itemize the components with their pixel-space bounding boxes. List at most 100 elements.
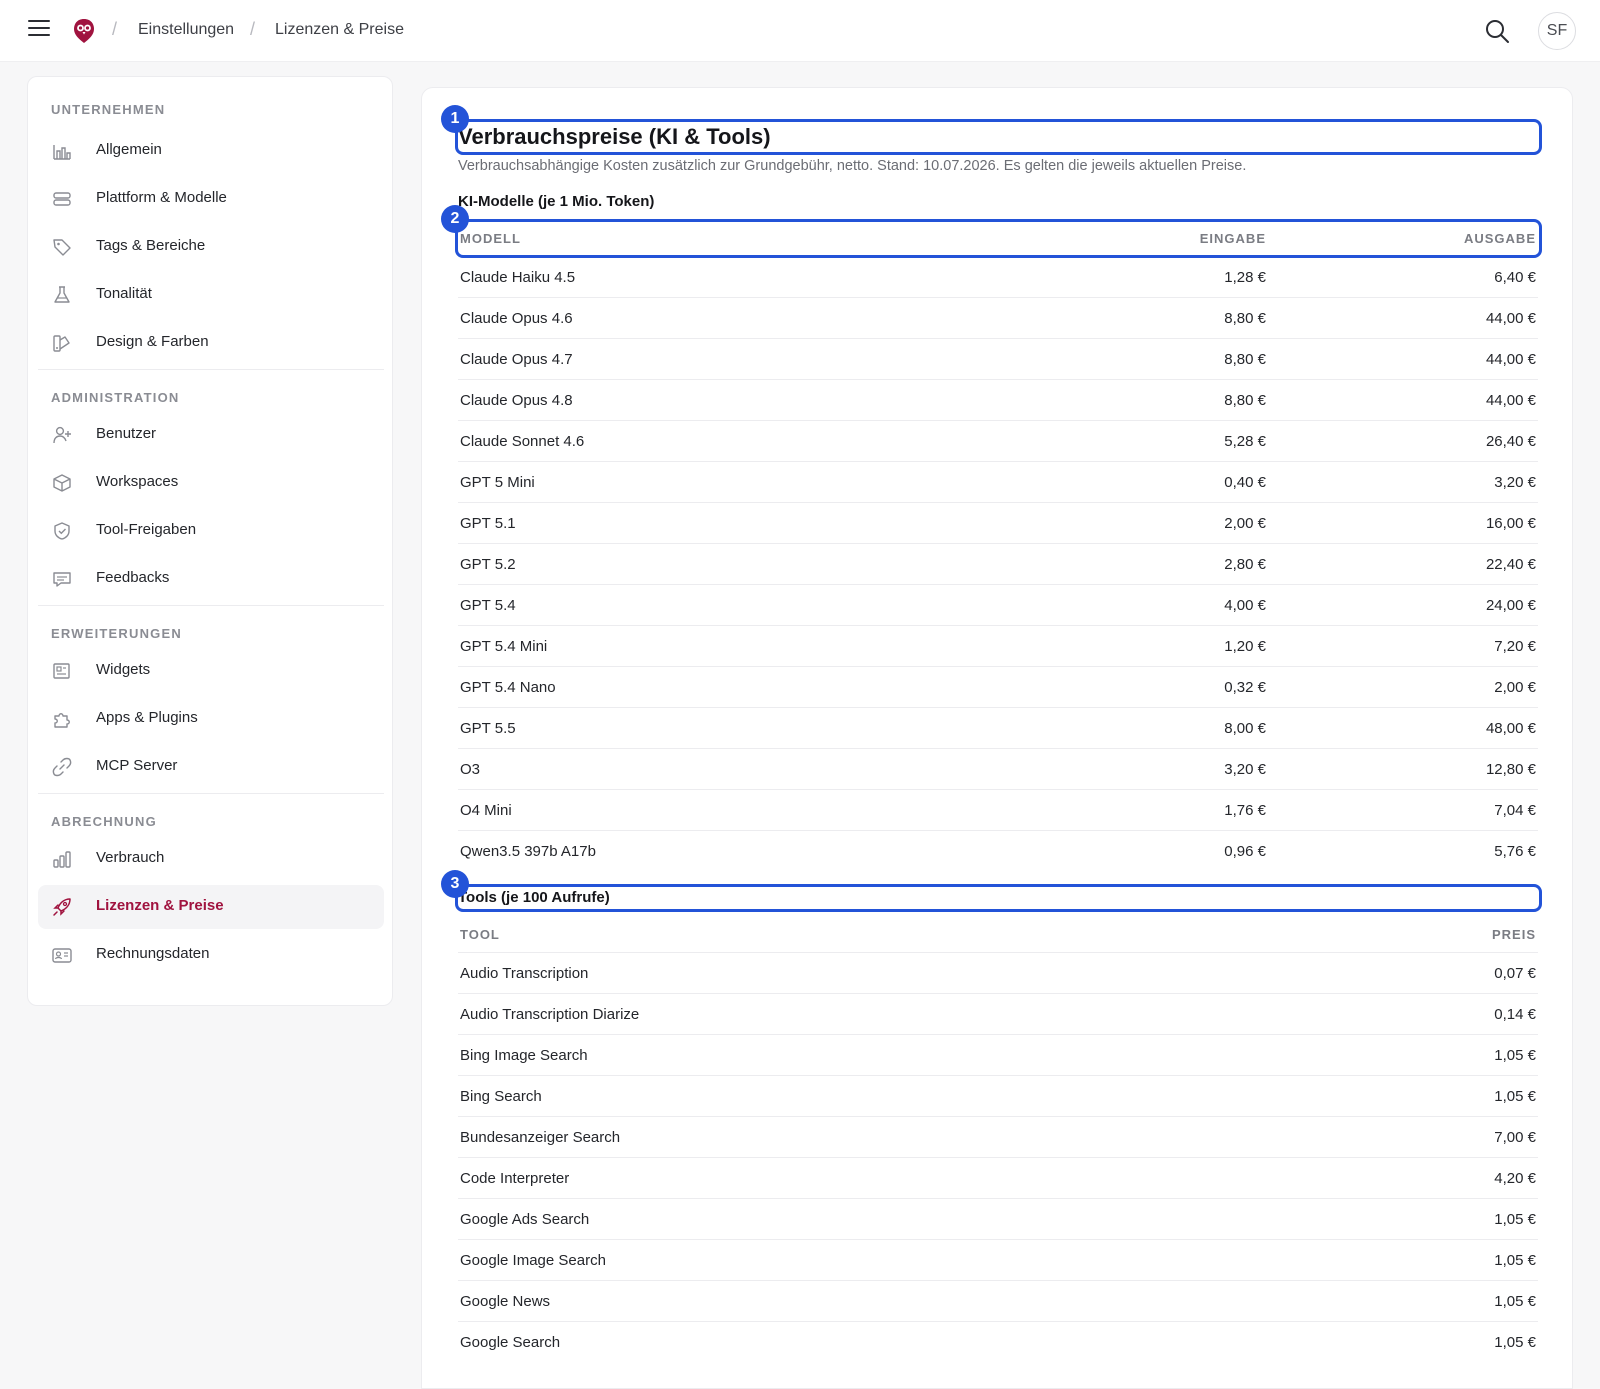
tool-name: Code Interpreter: [460, 1170, 570, 1187]
id-card-icon: [52, 948, 72, 963]
palette-icon: [53, 335, 70, 352]
output-price: 2,00 €: [1494, 679, 1536, 696]
sidebar-item-platform-models[interactable]: Plattform & Modelle: [38, 177, 384, 221]
table-row: O4 Mini 1,76 € 7,04 €: [458, 789, 1538, 830]
input-price: 4,00 €: [1224, 597, 1266, 614]
sidebar-item-label: Lizenzen & Preise: [96, 897, 224, 914]
sidebar-item-tonality[interactable]: Tonalität: [38, 273, 384, 317]
cube-icon: [53, 474, 71, 492]
flask-icon: [54, 286, 70, 303]
model-name: Qwen3.5 397b A17b: [460, 843, 596, 860]
sidebar-item-label: Workspaces: [96, 473, 179, 490]
table-row: Claude Haiku 4.5 1,28 € 6,40 €: [458, 256, 1538, 297]
table-row: GPT 5.1 2,00 € 16,00 €: [458, 502, 1538, 543]
table-row: GPT 5.4 Nano 0,32 € 2,00 €: [458, 666, 1538, 707]
output-price: 26,40 €: [1485, 433, 1536, 450]
sidebar-item-usage[interactable]: Verbrauch: [38, 837, 384, 881]
output-price: 3,20 €: [1494, 474, 1536, 491]
shield-check-icon: [54, 522, 70, 540]
model-name: GPT 5 Mini: [460, 474, 535, 491]
bar-chart-icon: [53, 851, 71, 868]
breadcrumb-separator: /: [112, 19, 118, 39]
top-bar: / Einstellungen / Lizenzen & Preise SF: [0, 0, 1600, 62]
model-name: GPT 5.4 Mini: [460, 638, 548, 655]
sidebar-item-apps-plugins[interactable]: Apps & Plugins: [38, 697, 384, 741]
tool-price: 1,05 €: [1494, 1211, 1536, 1228]
sidebar-item-label: Tonalität: [96, 285, 152, 302]
sidebar-item-billing-details[interactable]: Rechnungsdaten: [38, 933, 384, 977]
model-name: GPT 5.4 Nano: [460, 679, 556, 696]
search-icon[interactable]: [1484, 18, 1510, 44]
tool-name: Audio Transcription: [460, 965, 589, 982]
table-row: Google Image Search 1,05 €: [458, 1239, 1538, 1280]
sidebar-item-label: Tags & Bereiche: [96, 237, 206, 254]
sidebar-heading-administration: ADMINISTRATION: [51, 390, 180, 405]
output-price: 12,80 €: [1485, 761, 1536, 778]
input-price: 3,20 €: [1224, 761, 1266, 778]
tool-price: 0,14 €: [1494, 1006, 1536, 1023]
breadcrumb-settings[interactable]: Einstellungen: [138, 21, 234, 39]
table-row: Claude Opus 4.7 8,80 € 44,00 €: [458, 338, 1538, 379]
table-row: Audio Transcription 0,07 €: [458, 952, 1538, 993]
table-row: GPT 5 Mini 0,40 € 3,20 €: [458, 461, 1538, 502]
user-avatar[interactable]: SF: [1538, 12, 1576, 50]
table-row: Google Ads Search 1,05 €: [458, 1198, 1538, 1239]
annotation-badge: 2: [441, 205, 469, 233]
column-header-input: EINGABE: [1199, 231, 1266, 246]
output-price: 44,00 €: [1485, 310, 1536, 327]
highlight-box: [455, 884, 1542, 912]
page-title: Verbrauchspreise (KI & Tools): [458, 124, 771, 149]
sidebar-heading-billing: ABRECHNUNG: [51, 814, 157, 829]
sidebar-item-label: Widgets: [96, 661, 151, 678]
sidebar-item-label: Apps & Plugins: [96, 709, 198, 726]
tool-name: Google Image Search: [460, 1252, 606, 1269]
tool-price: 0,07 €: [1494, 965, 1536, 982]
model-name: Claude Sonnet 4.6: [460, 433, 585, 450]
table-row: Google Search 1,05 €: [458, 1321, 1538, 1362]
column-header-price: PREIS: [1491, 927, 1536, 942]
tool-name: Bing Search: [460, 1088, 542, 1105]
tool-name: Bing Image Search: [460, 1047, 588, 1064]
input-price: 2,80 €: [1224, 556, 1266, 573]
sidebar-heading-extensions: ERWEITERUNGEN: [51, 626, 182, 641]
sidebar-item-licenses-prices[interactable]: Lizenzen & Preise: [38, 885, 384, 929]
model-name: GPT 5.2: [460, 556, 516, 573]
sidebar-item-tool-approvals[interactable]: Tool-Freigaben: [38, 509, 384, 553]
link-icon: [52, 757, 72, 777]
output-price: 16,00 €: [1485, 515, 1536, 532]
column-header-tool: TOOL: [460, 927, 500, 942]
tools-table-header: TOOL PREIS: [458, 916, 1538, 952]
hamburger-menu-icon[interactable]: [28, 20, 52, 42]
tool-price: 7,00 €: [1494, 1129, 1536, 1146]
input-price: 1,28 €: [1224, 269, 1266, 286]
model-name: Claude Haiku 4.5: [460, 269, 576, 286]
sidebar-item-label: Plattform & Modelle: [96, 189, 227, 206]
sidebar-item-tags[interactable]: Tags & Bereiche: [38, 225, 384, 269]
sidebar-item-feedbacks[interactable]: Feedbacks: [38, 557, 384, 601]
column-header-output: AUSGABE: [1463, 231, 1536, 246]
models-section-heading: KI-Modelle (je 1 Mio. Token): [458, 193, 655, 210]
model-name: GPT 5.4: [460, 597, 516, 614]
model-name: GPT 5.1: [460, 515, 516, 532]
tool-price: 4,20 €: [1494, 1170, 1536, 1187]
model-name: Claude Opus 4.6: [460, 310, 573, 327]
sidebar-item-users[interactable]: Benutzer: [38, 413, 384, 457]
sidebar-item-widgets[interactable]: Widgets: [38, 649, 384, 693]
table-row: Qwen3.5 397b A17b 0,96 € 5,76 €: [458, 830, 1538, 871]
sidebar-item-label: Benutzer: [96, 425, 157, 442]
breadcrumb-current: Lizenzen & Preise: [275, 21, 404, 38]
sidebar-item-mcp-server[interactable]: MCP Server: [38, 745, 384, 789]
puzzle-icon: [54, 713, 70, 728]
output-price: 6,40 €: [1494, 269, 1536, 286]
breadcrumb-separator: /: [250, 19, 256, 39]
table-row: GPT 5.4 Mini 1,20 € 7,20 €: [458, 625, 1538, 666]
sidebar-item-design[interactable]: Design & Farben: [38, 321, 384, 365]
sidebar-item-general[interactable]: Allgemein: [38, 129, 384, 173]
sidebar-item-label: Allgemein: [96, 141, 162, 158]
owl-logo-icon[interactable]: [72, 18, 96, 44]
sidebar-item-workspaces[interactable]: Workspaces: [38, 461, 384, 505]
tools-section-heading: Tools (je 100 Aufrufe): [458, 889, 610, 906]
input-price: 5,28 €: [1224, 433, 1266, 450]
tool-name: Bundesanzeiger Search: [460, 1129, 621, 1146]
sidebar-divider: [38, 369, 384, 370]
